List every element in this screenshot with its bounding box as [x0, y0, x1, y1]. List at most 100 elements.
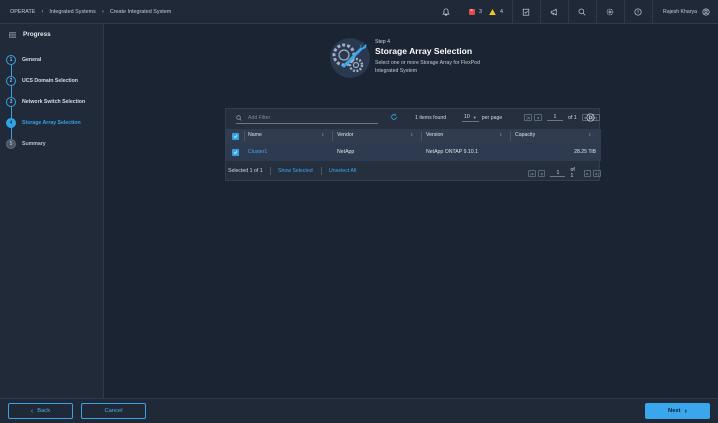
user-name: Rajesh Kharya [662, 9, 697, 15]
first-page-button[interactable]: |◂ [528, 169, 536, 177]
column-version[interactable]: Version [426, 132, 443, 138]
show-selected-link[interactable]: Show Selected [278, 168, 313, 174]
next-button[interactable]: Next › [645, 403, 710, 419]
back-button[interactable]: ‹ Back [8, 403, 73, 419]
column-divider [421, 131, 422, 141]
chevron-right-icon: › [101, 8, 104, 15]
help-icon: ? [634, 8, 643, 16]
column-vendor[interactable]: Vendor [337, 132, 353, 138]
cell-vendor: NetApp [337, 149, 355, 155]
select-all-checkbox[interactable] [232, 132, 239, 140]
search-button[interactable] [567, 0, 596, 24]
top-bar: OPERATE › Integrated Systems › Create In… [0, 0, 718, 24]
search-icon [236, 115, 242, 121]
critical-alert-icon: × [468, 8, 475, 15]
chevron-right-icon: › [41, 8, 44, 15]
column-divider [244, 131, 245, 141]
unselect-all-link[interactable]: Unselect All [329, 168, 356, 174]
filter-placeholder: Add Filter [248, 115, 271, 121]
step-summary[interactable]: 5 Summary [6, 139, 46, 149]
search-icon [579, 8, 586, 16]
user-icon [702, 8, 710, 16]
prev-page-button[interactable]: ◂ [537, 169, 546, 177]
items-found: 1 items found [415, 115, 447, 121]
step-number: 3 [6, 97, 16, 107]
user-menu[interactable]: Rajesh Kharya [651, 0, 718, 24]
sort-icon[interactable]: ⇕ [499, 133, 502, 137]
step-number: 4 [6, 118, 16, 128]
page-of: of 1 [568, 114, 577, 121]
cell-version: NetApp ONTAP 9.10.1 [426, 149, 478, 155]
footer-divider [321, 167, 322, 175]
first-page-button[interactable]: |◂ [524, 114, 532, 121]
page-of: of 1 [570, 167, 575, 179]
step-storage-array-selection[interactable]: 4 Storage Array Selection [6, 118, 81, 128]
page-input[interactable]: 1 [550, 170, 566, 177]
step-ucs-domain-selection[interactable]: 2 UCS Domain Selection [6, 76, 78, 86]
sort-icon[interactable]: ⇕ [321, 133, 324, 137]
gear-icon [586, 113, 595, 122]
last-page-button[interactable]: ▸| [593, 169, 601, 177]
breadcrumb: OPERATE › Integrated Systems › Create In… [0, 9, 171, 15]
column-settings-button[interactable] [586, 113, 595, 124]
footer-divider [270, 167, 271, 175]
help-button[interactable]: ? [623, 0, 652, 24]
wizard-footer: ‹ Back Cancel Next › [0, 398, 718, 423]
gear-icon [607, 8, 614, 16]
warning-count: 4 [499, 9, 503, 15]
back-label: Back [37, 408, 51, 414]
refresh-icon [391, 113, 397, 120]
chevron-left-icon: ‹ [30, 407, 34, 415]
announcements-button[interactable] [539, 0, 568, 24]
cell-name[interactable]: Cluster1 [248, 149, 267, 155]
per-page-select[interactable]: 10 ▼ [462, 113, 479, 122]
progress-sidebar: Progress 1 General 2 UCS Domain Selectio… [0, 24, 104, 398]
main-content: Step 4 Storage Array Selection Select on… [105, 24, 718, 398]
step-number: 5 [6, 139, 16, 149]
step-network-switch-selection[interactable]: 3 Network Switch Selection [6, 97, 85, 107]
step-number: 2 [6, 76, 16, 86]
cell-capacity: 28.25 TiB [574, 149, 596, 155]
table-row[interactable]: Cluster1 NetApp NetApp ONTAP 9.10.1 28.2… [226, 143, 601, 161]
filter-input[interactable]: Add Filter [236, 113, 378, 124]
step-label: General [22, 57, 42, 63]
column-name[interactable]: Name [248, 132, 262, 138]
table-header: Name ⇕ Vendor ⇕ Version ⇕ Capacity ⇕ [226, 129, 601, 143]
megaphone-icon [551, 8, 558, 16]
column-capacity[interactable]: Capacity [515, 132, 535, 138]
chevron-right-icon: › [684, 407, 687, 415]
step-general[interactable]: 1 General [6, 55, 41, 65]
refresh-button[interactable] [390, 113, 398, 123]
page-input[interactable]: 1 [547, 114, 563, 121]
per-page-control: 10 ▼ per page [462, 113, 502, 122]
check-icon [233, 134, 238, 138]
sort-icon[interactable]: ⇕ [410, 133, 413, 137]
storage-array-table: Add Filter 1 items found 10 ▼ per page |… [225, 108, 601, 181]
critical-count: 3 [478, 9, 482, 15]
breadcrumb-parent[interactable]: Integrated Systems [49, 9, 95, 15]
notifications-button[interactable] [432, 0, 460, 24]
column-divider [510, 131, 511, 141]
progress-header: Progress [0, 24, 103, 45]
next-page-button[interactable]: ▸ [583, 169, 592, 177]
sort-icon[interactable]: ⇕ [588, 133, 591, 137]
cancel-button[interactable]: Cancel [81, 403, 146, 419]
breadcrumb-root[interactable]: OPERATE [10, 9, 35, 15]
step-label: Network Switch Selection [22, 99, 86, 105]
step-label: Summary [22, 141, 46, 147]
tasks-button[interactable] [511, 0, 540, 24]
collapse-sidebar-icon[interactable] [9, 32, 16, 38]
warning-icon [489, 9, 496, 15]
alerts-summary[interactable]: × 3 4 [460, 0, 512, 24]
step-indicator: Step 4 [375, 39, 390, 45]
chevron-down-icon: ▼ [472, 114, 477, 120]
settings-button[interactable] [595, 0, 624, 24]
step-description: Select one or more Storage Array for Fle… [375, 60, 480, 74]
table-footer: Selected 1 of 1 Show Selected Unselect A… [226, 161, 601, 181]
step-number: 1 [6, 55, 16, 65]
progress-title: Progress [23, 31, 51, 38]
prev-page-button[interactable]: ◂ [534, 114, 542, 121]
breadcrumb-current: Create Integrated System [109, 8, 172, 15]
bottom-pagination: |◂ ◂ 1 of 1 ▸ ▸| [528, 167, 601, 179]
row-checkbox[interactable] [232, 148, 239, 156]
